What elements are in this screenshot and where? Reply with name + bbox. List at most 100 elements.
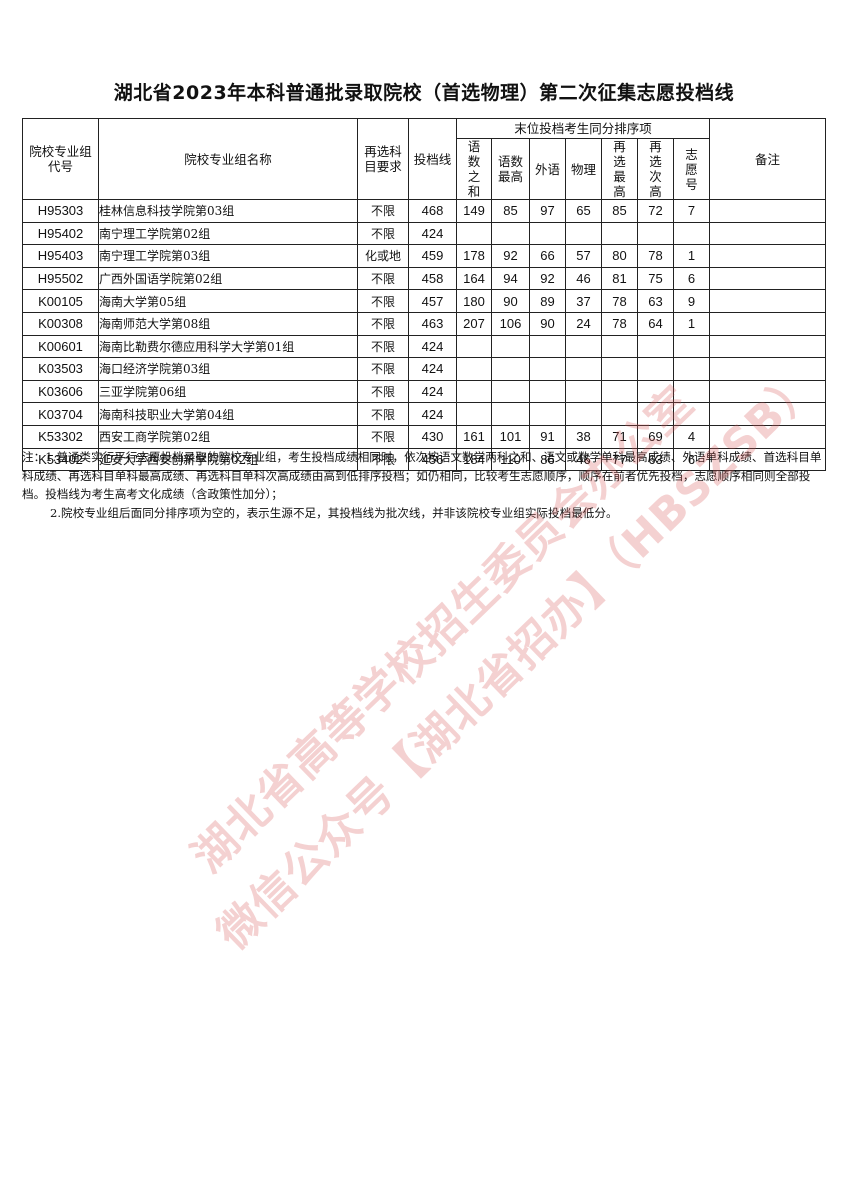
row-remark	[709, 199, 827, 223]
row-name: 海南大学第05组	[98, 289, 358, 313]
header-wish-no: 志愿号	[672, 138, 711, 200]
header-name: 院校专业组名称	[98, 118, 358, 200]
row-requirement: 不限	[357, 289, 409, 313]
row-foreign: 91	[529, 424, 566, 449]
row-elective-max: 71	[601, 424, 638, 449]
row-wish-no	[672, 221, 711, 246]
header-chn-math-max: 语数最高	[491, 138, 530, 200]
note-2: 2.院校专业组后面同分排序项为空的，表示生源不足，其投档线为批次线，并非该院校专…	[50, 505, 618, 520]
row-name: 广西外国语学院第02组	[98, 266, 358, 291]
row-name: 桂林信息科技学院第03组	[98, 199, 358, 223]
row-chn-math-max	[491, 402, 530, 426]
row-chn-math-sum: 178	[456, 244, 492, 268]
row-elective-second: 72	[637, 199, 674, 223]
row-elective-max: 81	[601, 266, 638, 291]
row-elective-second	[637, 402, 674, 426]
row-remark	[709, 266, 827, 291]
row-requirement: 不限	[357, 379, 409, 404]
row-chn-math-sum: 161	[456, 424, 492, 449]
row-wish-no	[672, 402, 711, 426]
row-physics	[565, 379, 602, 404]
table-row: H95502 广西外国语学院第02组 不限 458 164 94 92 46 81 75 6	[22, 266, 827, 291]
header-elective-second: 再选次高	[637, 138, 674, 200]
table-row: H95303 桂林信息科技学院第03组 不限 468 149 85 97 65 85 72 7	[22, 199, 827, 223]
row-remark	[709, 311, 827, 336]
row-name: 三亚学院第06组	[98, 379, 358, 404]
row-elective-max	[601, 221, 638, 246]
row-foreign: 89	[529, 289, 566, 313]
row-chn-math-max: 101	[491, 424, 530, 449]
row-code: K00308	[22, 311, 99, 336]
row-elective-second	[637, 357, 674, 381]
row-code: K53302	[22, 424, 99, 449]
row-score: 424	[408, 357, 457, 381]
row-physics	[565, 357, 602, 381]
row-requirement: 不限	[357, 266, 409, 291]
row-remark	[709, 244, 827, 268]
row-foreign: 97	[529, 199, 566, 223]
row-physics: 24	[565, 311, 602, 336]
row-code: K03606	[22, 379, 99, 404]
row-chn-math-sum	[456, 402, 492, 426]
row-physics: 37	[565, 289, 602, 313]
row-name: 海南科技职业大学第04组	[98, 402, 358, 426]
row-elective-max	[601, 357, 638, 381]
row-elective-second	[637, 379, 674, 404]
row-elective-second: 63	[637, 289, 674, 313]
row-foreign	[529, 379, 566, 404]
row-requirement: 不限	[357, 199, 409, 223]
row-remark	[709, 379, 827, 404]
row-chn-math-sum: 149	[456, 199, 492, 223]
row-elective-second: 75	[637, 266, 674, 291]
row-code: K03704	[22, 402, 99, 426]
row-code: K00105	[22, 289, 99, 313]
row-chn-math-sum	[456, 334, 492, 359]
row-wish-no	[672, 379, 711, 404]
row-chn-math-sum	[456, 379, 492, 404]
row-physics	[565, 334, 602, 359]
row-chn-math-max	[491, 334, 530, 359]
row-physics	[565, 221, 602, 246]
row-requirement: 不限	[357, 424, 409, 449]
row-score: 424	[408, 221, 457, 246]
row-code: K00601	[22, 334, 99, 359]
header-elective-max: 再选最高	[601, 138, 638, 200]
row-elective-max	[601, 379, 638, 404]
table-row: H95403 南宁理工学院第03组 化或地 459 178 92 66 57 80 78 1	[22, 244, 827, 268]
row-wish-no: 9	[672, 289, 711, 313]
table-row: K00601 海南比勒费尔德应用科学大学第01组 不限 424	[22, 334, 827, 359]
row-wish-no	[672, 357, 711, 381]
row-score: 459	[408, 244, 457, 268]
row-name: 南宁理工学院第02组	[98, 221, 358, 246]
table-row: K00308 海南师范大学第08组 不限 463 207 106 90 24 78 64 1	[22, 311, 827, 336]
row-name: 海口经济学院第03组	[98, 357, 358, 381]
row-requirement: 不限	[357, 357, 409, 381]
row-elective-second: 78	[637, 244, 674, 268]
table-row: K03503 海口经济学院第03组 不限 424	[22, 357, 827, 381]
row-chn-math-sum: 164	[456, 266, 492, 291]
row-remark	[709, 357, 827, 381]
row-elective-second	[637, 334, 674, 359]
row-physics: 46	[565, 266, 602, 291]
row-foreign	[529, 402, 566, 426]
row-chn-math-max: 94	[491, 266, 530, 291]
row-elective-max: 80	[601, 244, 638, 268]
row-name: 南宁理工学院第03组	[98, 244, 358, 268]
row-requirement: 不限	[357, 221, 409, 246]
row-foreign: 66	[529, 244, 566, 268]
row-elective-max	[601, 334, 638, 359]
row-elective-max: 85	[601, 199, 638, 223]
table-row: H95402 南宁理工学院第02组 不限 424	[22, 221, 827, 246]
row-physics: 38	[565, 424, 602, 449]
row-foreign	[529, 221, 566, 246]
row-physics: 65	[565, 199, 602, 223]
row-chn-math-max	[491, 379, 530, 404]
row-name: 海南比勒费尔德应用科学大学第01组	[98, 334, 358, 359]
row-chn-math-max: 106	[491, 311, 530, 336]
header-score: 投档线	[408, 118, 457, 200]
row-requirement: 不限	[357, 311, 409, 336]
row-physics: 57	[565, 244, 602, 268]
row-foreign	[529, 334, 566, 359]
row-elective-max: 78	[601, 311, 638, 336]
row-code: H95403	[22, 244, 99, 268]
